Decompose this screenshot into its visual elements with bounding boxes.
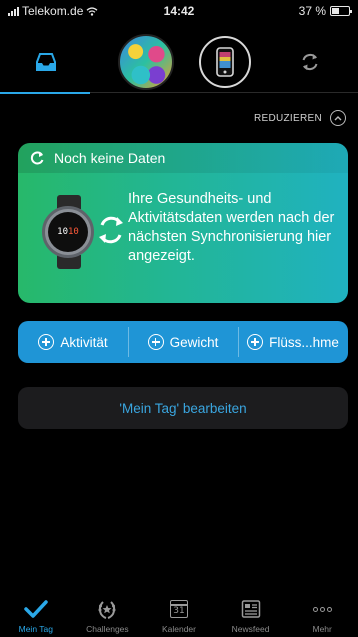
add-weight-button[interactable]: Gewicht — [128, 321, 238, 363]
nav-divider — [0, 92, 358, 94]
card-message: Ihre Gesundheits- und Aktivitätsdaten we… — [128, 191, 335, 264]
device-icon — [216, 47, 234, 77]
health-data-card[interactable]: Noch keine Daten 1010 Ihre Gesundheits- … — [18, 143, 348, 303]
edit-my-day-button[interactable]: 'Mein Tag' bearbeiten — [18, 387, 348, 429]
tab-label: Mein Tag — [18, 624, 53, 634]
check-icon — [23, 597, 49, 621]
calendar-icon: 31 — [169, 600, 188, 618]
reduce-label: REDUZIEREN — [253, 112, 322, 124]
battery-percent: 37 % — [298, 4, 326, 18]
plus-circle-icon — [147, 334, 164, 350]
calendar-icon-wrap: 31 — [166, 597, 192, 621]
bottom-tab-bar: Mein Tag Challenges 31 Kalender Newsfeed… — [0, 589, 358, 637]
status-right: 37 % — [298, 4, 352, 18]
inbox-tab[interactable] — [20, 36, 72, 88]
add-fluid-button[interactable]: Flüss...hme — [238, 321, 348, 363]
tab-label: Mehr — [312, 624, 332, 634]
calendar-day: 31 — [173, 606, 185, 616]
more-icon — [309, 597, 335, 621]
sync-icon — [302, 54, 318, 70]
plus-circle-icon — [247, 334, 264, 350]
add-activity-button[interactable]: Aktivität — [18, 321, 128, 363]
top-nav — [0, 24, 358, 94]
chevron-up-icon — [330, 110, 346, 126]
battery-icon — [330, 6, 352, 16]
watch-illustration: 1010 — [40, 195, 98, 269]
tab-my-day[interactable]: Mein Tag — [0, 589, 72, 637]
plus-circle-icon — [38, 334, 55, 350]
laurel-icon — [94, 597, 120, 621]
reduce-toggle[interactable]: REDUZIEREN — [254, 110, 346, 126]
add-weight-label: Gewicht — [169, 334, 219, 350]
newsfeed-icon — [238, 597, 264, 621]
tab-calendar[interactable]: 31 Kalender — [143, 589, 215, 637]
refresh-icon — [30, 151, 44, 165]
tab-label: Kalender — [161, 624, 196, 634]
tab-more[interactable]: Mehr — [286, 589, 358, 637]
card-header-title: Noch keine Daten — [54, 150, 166, 166]
add-activity-label: Aktivität — [60, 334, 108, 350]
tab-newsfeed[interactable]: Newsfeed — [215, 589, 287, 637]
nav-active-indicator — [0, 92, 90, 94]
inbox-icon — [36, 53, 56, 71]
add-fluid-label: Flüss...hme — [269, 334, 339, 350]
tab-challenges[interactable]: Challenges — [72, 589, 144, 637]
watch-time: 1010 — [57, 227, 79, 237]
edit-my-day-label: 'Mein Tag' bearbeiten — [119, 400, 247, 416]
watch-face: 1010 — [48, 212, 88, 252]
tab-label: Challenges — [86, 624, 129, 634]
tab-label: Newsfeed — [231, 624, 270, 634]
status-bar: Telekom.de 14:42 37 % — [0, 0, 358, 22]
sync-button[interactable] — [284, 36, 336, 88]
device-button[interactable] — [199, 36, 251, 88]
profile-avatar[interactable] — [118, 34, 174, 90]
sync-arrows-icon — [99, 216, 123, 244]
card-body: 1010 Ihre Gesundheits- und Aktivitätsdat… — [18, 173, 348, 303]
quick-add-bar: Aktivität Gewicht Flüss...hme — [18, 321, 348, 363]
card-header: Noch keine Daten — [18, 143, 348, 173]
